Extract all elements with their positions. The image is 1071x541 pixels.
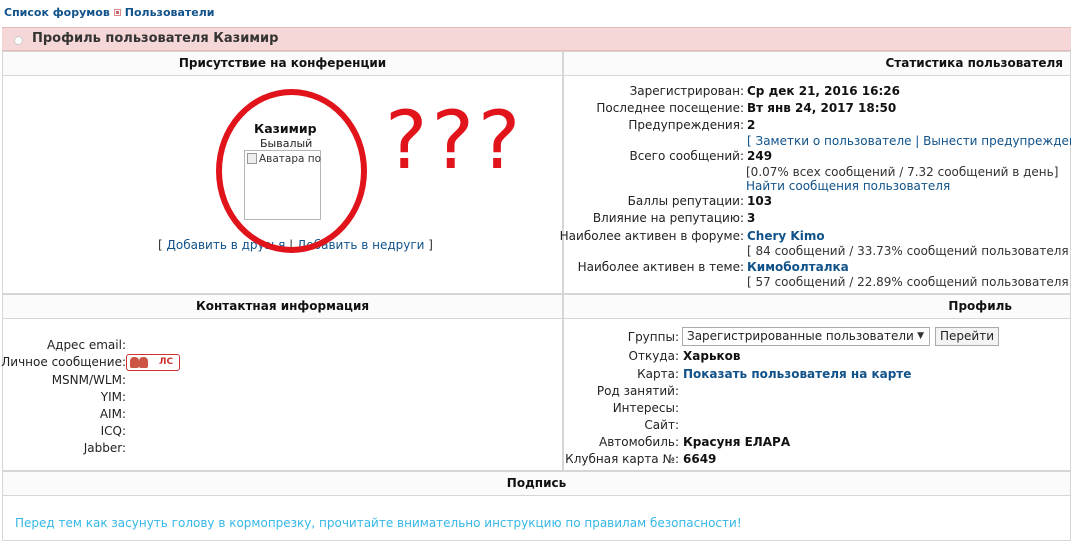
reputation-label: Баллы репутации:: [627, 194, 744, 208]
active-forum-link[interactable]: Chery Kimo: [747, 229, 825, 243]
car-value: Красуня ЕЛАРА: [683, 435, 791, 449]
from-label: Откуда:: [628, 349, 679, 363]
breadcrumb: Список форумов Пользователи: [4, 6, 215, 19]
signature-header: Подпись: [3, 472, 1070, 496]
aim-label: AIM:: [99, 407, 126, 421]
from-value: Харьков: [683, 349, 741, 363]
breadcrumb-separator-icon: [113, 9, 121, 16]
page-title: Профиль пользователя Казимир: [32, 31, 279, 46]
profile-header: Профиль: [564, 295, 1070, 319]
question-marks-annotation: ???: [385, 94, 525, 187]
search-posts-link[interactable]: Найти сообщения пользователя: [746, 179, 950, 193]
site-label: Сайт:: [644, 418, 679, 432]
club-card-label: Клубная карта №:: [565, 452, 679, 466]
occupation-label: Род занятий:: [596, 384, 679, 398]
last-visit-value: Вт янв 24, 2017 18:50: [747, 101, 897, 115]
registered-label: Зарегистрирован:: [629, 84, 744, 98]
map-label: Карта:: [637, 367, 679, 381]
car-label: Автомобиль:: [599, 435, 679, 449]
title-bullet-icon: [14, 36, 23, 45]
user-icon: [139, 357, 148, 368]
warnings-label: Предупреждения:: [628, 118, 744, 132]
send-pm-button[interactable]: ЛС: [126, 354, 180, 371]
chevron-down-icon: ▼: [917, 331, 924, 341]
groups-select[interactable]: Зарегистрированные пользователи ▼: [682, 327, 930, 346]
signature-text: Перед тем как засунуть голову в кормопре…: [15, 516, 742, 530]
rep-power-value: 3: [747, 211, 756, 225]
active-topic-link[interactable]: Кимоболталка: [747, 260, 849, 274]
club-card-value: 6649: [683, 452, 717, 466]
red-circle-annotation: [216, 89, 367, 253]
groups-label: Группы:: [627, 330, 679, 344]
bracket-close: ]: [428, 238, 433, 252]
posts-value: 249: [747, 149, 773, 163]
yim-label: YIM:: [100, 390, 126, 404]
signature-panel: Подпись: [2, 471, 1071, 541]
last-visit-label: Последнее посещение:: [596, 101, 744, 115]
rep-power-label: Влияние на репутацию:: [592, 211, 744, 225]
presence-header: Присутствие на конференции: [3, 52, 562, 76]
icq-label: ICQ:: [100, 424, 126, 438]
registered-value: Ср дек 21, 2016 16:26: [747, 84, 900, 98]
breadcrumb-users[interactable]: Пользователи: [125, 6, 215, 19]
breadcrumb-forum-list[interactable]: Список форумов: [4, 6, 110, 19]
user-icon: [130, 357, 139, 368]
stats-header: Статистика пользователя: [564, 52, 1070, 76]
page-title-bar: Профиль пользователя Казимир: [2, 27, 1071, 51]
bracket-open: [: [158, 238, 163, 252]
reputation-value: 103: [747, 194, 773, 208]
groups-select-value: Зарегистрированные пользователи: [687, 329, 914, 343]
pm-button-label: ЛС: [159, 357, 174, 367]
msn-label: MSNM/WLM:: [51, 373, 126, 387]
warnings-links[interactable]: [ Заметки о пользователе | Вынести преду…: [747, 134, 1071, 148]
posts-detail: [0.07% всех сообщений / 7.32 сообщений в…: [746, 165, 1059, 179]
active-forum-detail: [ 84 сообщений / 33.73% сообщений пользо…: [747, 244, 1071, 258]
active-forum-label: Наиболее активен в форуме:: [559, 229, 744, 243]
active-topic-label: Наиболее активен в теме:: [577, 260, 744, 274]
posts-label: Всего сообщений:: [629, 149, 744, 163]
contact-header: Контактная информация: [3, 295, 562, 319]
email-label: Адрес email:: [46, 338, 126, 352]
show-on-map-link[interactable]: Показать пользователя на карте: [683, 367, 911, 381]
pm-label: Личное сообщение:: [1, 355, 126, 369]
go-button[interactable]: Перейти: [935, 327, 999, 346]
warnings-value: 2: [747, 118, 756, 132]
jabber-label: Jabber:: [83, 441, 126, 455]
interests-label: Интересы:: [612, 401, 679, 415]
active-topic-detail: [ 57 сообщений / 22.89% сообщений пользо…: [747, 275, 1071, 289]
